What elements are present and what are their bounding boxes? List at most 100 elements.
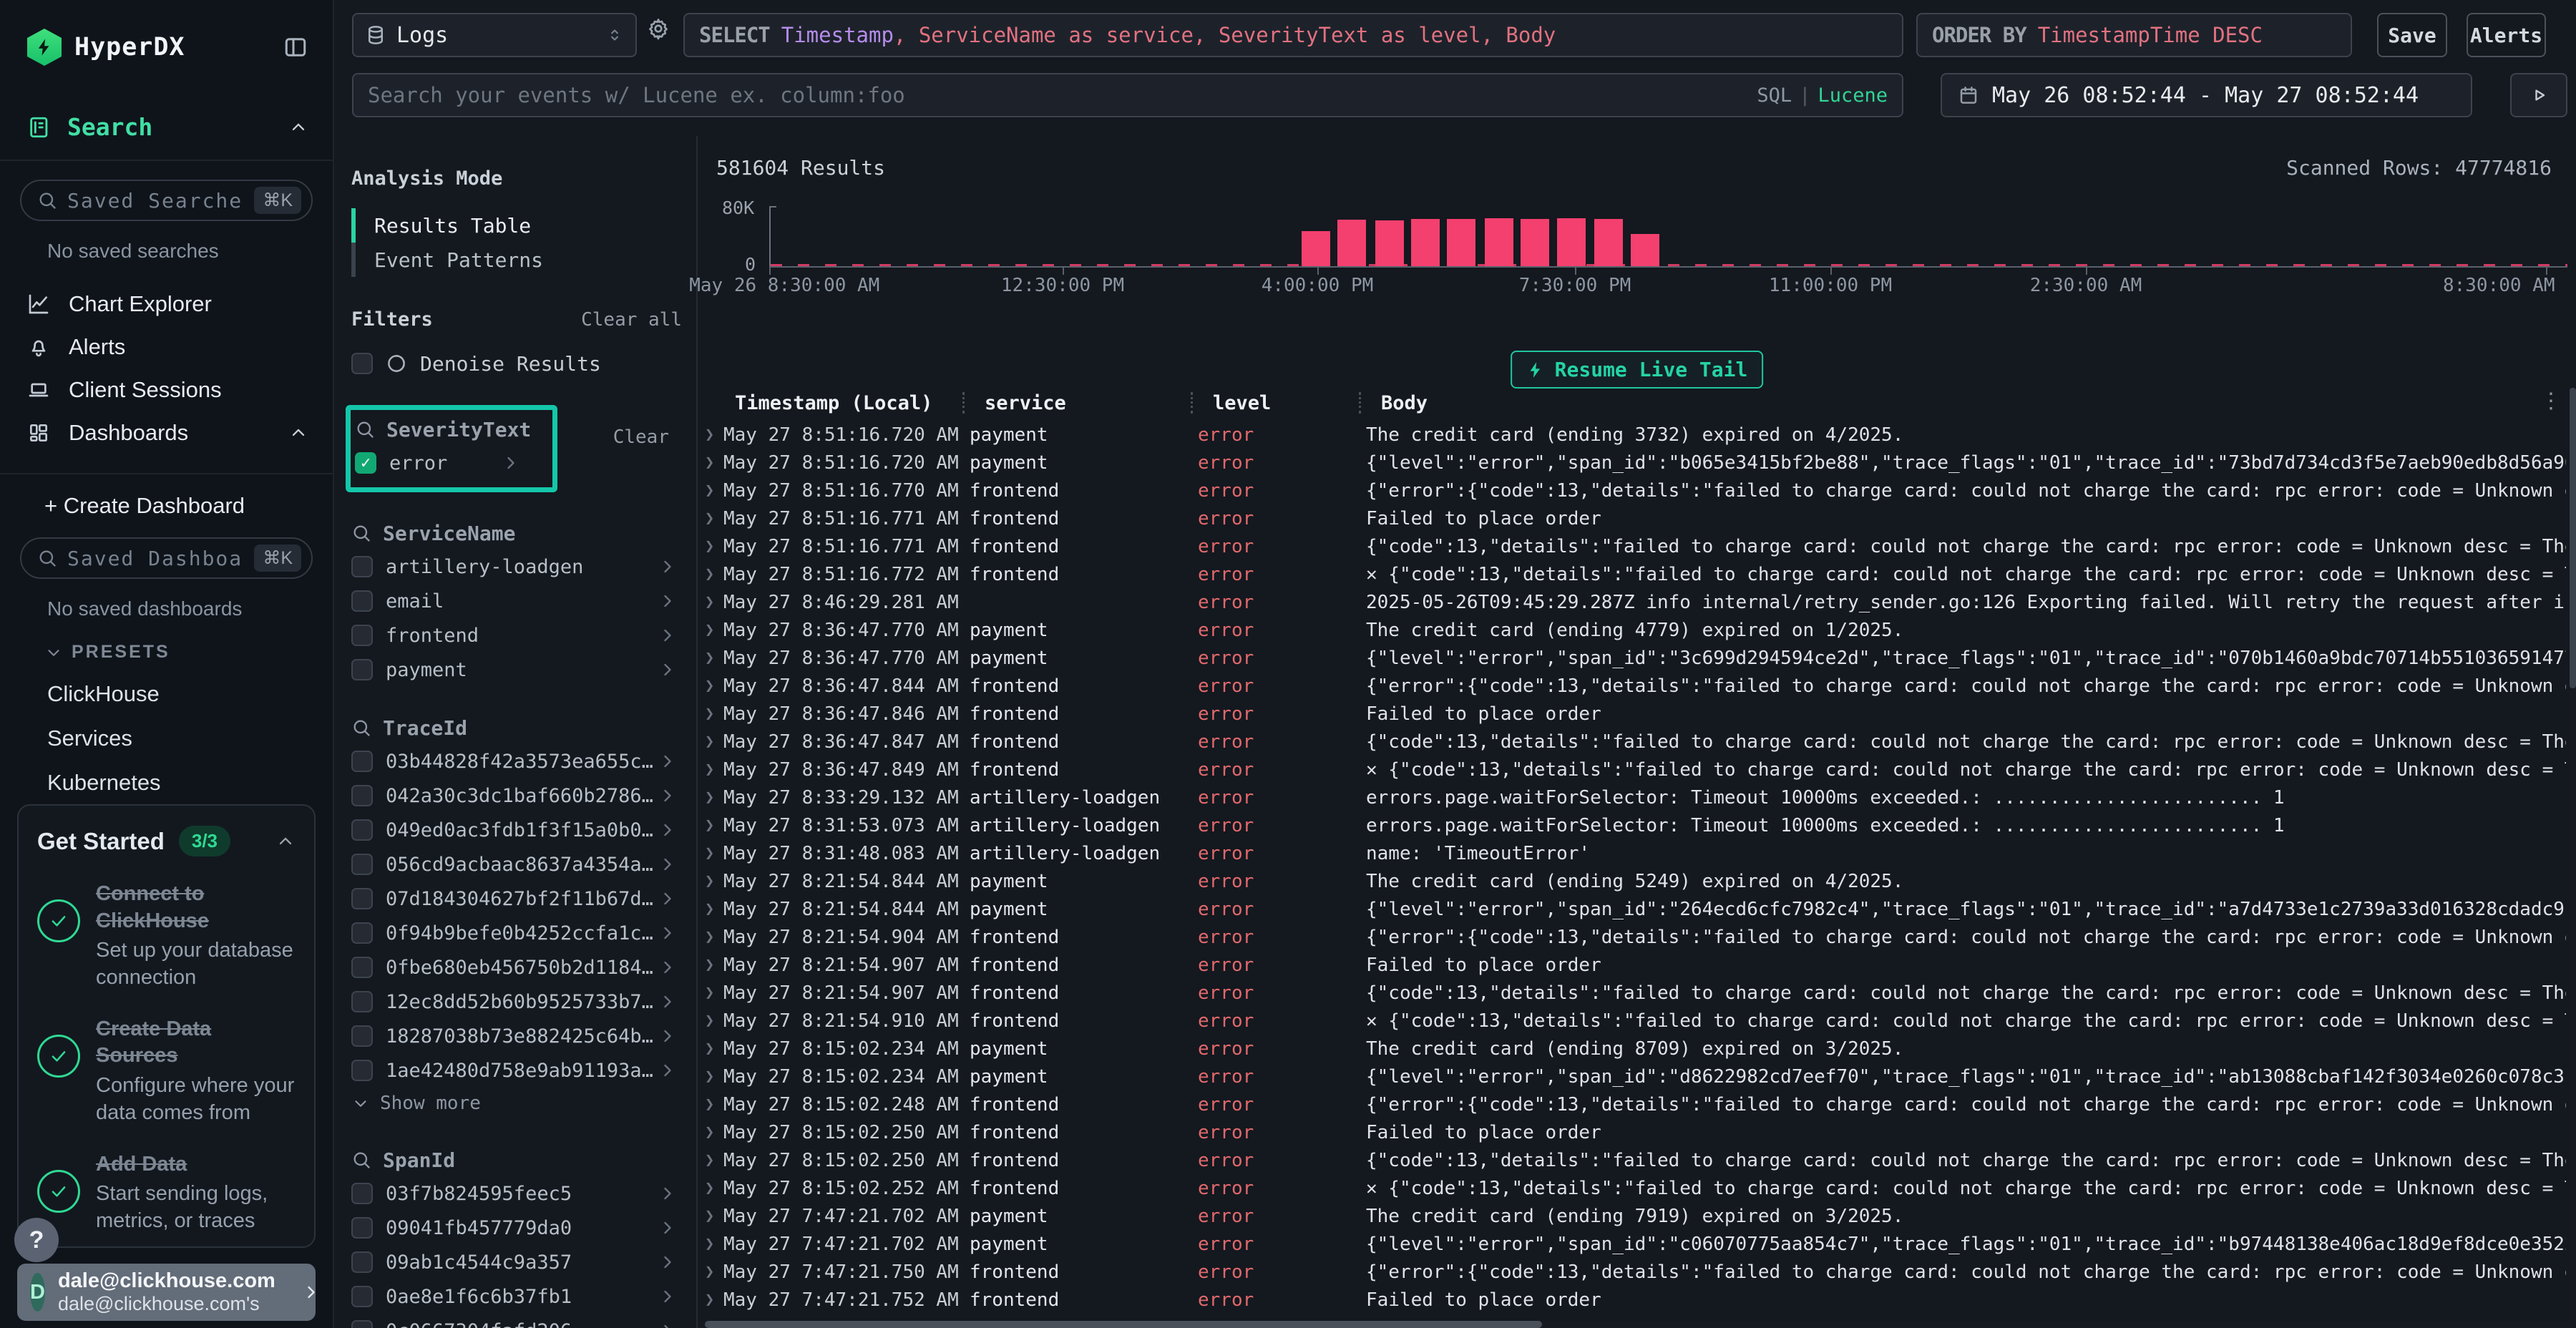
filter-checkbox[interactable] (351, 957, 373, 978)
table-row[interactable]: ❯May 27 8:31:48.083 AMartillery-loadgene… (698, 839, 2566, 867)
clear-filter-button[interactable]: Clear (613, 426, 669, 448)
filter-value-row[interactable]: 1ae42480d758e9ab91193a1… (351, 1053, 688, 1088)
source-select[interactable]: Logs (352, 13, 637, 57)
filter-checkbox[interactable] (351, 1183, 373, 1204)
alerts-button[interactable]: Alerts (2467, 13, 2546, 57)
table-row[interactable]: ❯May 27 8:51:16.771 AMfrontenderrorFaile… (698, 504, 2566, 532)
table-row[interactable]: ❯May 27 8:15:02.250 AMfrontenderrorFaile… (698, 1118, 2566, 1146)
row-expand-chevron-icon[interactable]: ❯ (698, 844, 723, 862)
preset-link-services[interactable]: Services (47, 726, 333, 751)
row-expand-chevron-icon[interactable]: ❯ (698, 677, 723, 695)
get-started-item[interactable]: Add DataStart sending logs, metrics, or … (37, 1151, 296, 1235)
get-started-item[interactable]: Create Data SourcesConfigure where your … (37, 1016, 296, 1127)
filter-value-row[interactable]: 03b44828f42a3573ea655ce… (351, 744, 688, 778)
table-row[interactable]: ❯May 27 8:51:16.720 AMpaymenterror{"leve… (698, 449, 2566, 477)
row-expand-chevron-icon[interactable]: ❯ (698, 1068, 723, 1085)
column-header-body[interactable]: Body (1359, 392, 2566, 414)
user-menu[interactable]: D dale@clickhouse.com dale@clickhouse.co… (17, 1264, 316, 1321)
date-range-picker[interactable]: May 26 08:52:44 - May 27 08:52:44 (1941, 73, 2472, 117)
filter-checkbox[interactable] (351, 1060, 373, 1081)
filter-value-row[interactable]: 0c0667304fafd206 (351, 1314, 688, 1328)
filter-checkbox[interactable] (351, 659, 373, 680)
row-expand-chevron-icon[interactable]: ❯ (698, 649, 723, 667)
row-expand-chevron-icon[interactable]: ❯ (698, 1040, 723, 1058)
filter-checkbox[interactable] (351, 991, 373, 1012)
filter-value-row[interactable]: 07d184304627bf2f11b67dd… (351, 882, 688, 916)
histogram-bar[interactable] (1375, 220, 1404, 266)
sidebar-item-search[interactable]: Search (27, 113, 308, 141)
sidebar-item-client-sessions[interactable]: Client Sessions (0, 368, 333, 411)
table-row[interactable]: ❯May 27 8:21:54.907 AMfrontenderror{"cod… (698, 979, 2566, 1007)
histogram-bar[interactable] (1557, 218, 1586, 266)
table-row[interactable]: ❯May 27 8:21:54.844 AMpaymenterror{"leve… (698, 895, 2566, 923)
filter-value-row[interactable]: 18287038b73e882425c64b8… (351, 1019, 688, 1053)
get-started-item[interactable]: Connect to ClickHouseSet up your databas… (37, 881, 296, 992)
table-row[interactable]: ❯May 27 8:36:47.770 AMpaymenterrorThe cr… (698, 616, 2566, 644)
row-expand-chevron-icon[interactable]: ❯ (698, 816, 723, 834)
histogram-bar[interactable] (1447, 219, 1475, 266)
row-expand-chevron-icon[interactable]: ❯ (698, 788, 723, 806)
filter-value-row[interactable]: 049ed0ac3fdb1f3f15a0b0b… (351, 813, 688, 847)
filter-checkbox[interactable] (351, 1025, 373, 1047)
sidebar-collapse-icon[interactable] (283, 34, 308, 60)
filter-only-chevron-right-icon[interactable] (658, 1026, 678, 1046)
table-row[interactable]: ❯May 27 8:21:54.907 AMfrontenderrorFaile… (698, 951, 2566, 979)
sidebar-item-dashboards[interactable]: Dashboards (0, 411, 333, 454)
filter-only-chevron-right-icon[interactable] (658, 1060, 678, 1080)
row-expand-chevron-icon[interactable]: ❯ (698, 537, 723, 555)
preset-link-clickhouse[interactable]: ClickHouse (47, 681, 333, 707)
chevron-up-icon[interactable] (288, 117, 308, 137)
filter-only-chevron-right-icon[interactable] (658, 923, 678, 943)
row-expand-chevron-icon[interactable]: ❯ (698, 1235, 723, 1253)
table-row[interactable]: ❯May 27 8:36:47.849 AMfrontenderror✕ {"c… (698, 756, 2566, 783)
events-histogram[interactable]: 80K 0 May 26 8:30:00 AM12:30:00 PM4:00:0… (769, 206, 2567, 266)
filter-checkbox[interactable] (351, 625, 373, 646)
filter-only-chevron-right-icon[interactable] (658, 557, 678, 577)
search-icon[interactable] (351, 523, 371, 543)
search-icon[interactable] (355, 419, 375, 439)
filter-value-row[interactable]: artillery-loadgen (351, 550, 688, 584)
table-row[interactable]: ❯May 27 8:31:53.073 AMartillery-loadgene… (698, 811, 2566, 839)
row-expand-chevron-icon[interactable]: ❯ (698, 1291, 723, 1309)
histogram-bar[interactable] (1521, 219, 1549, 266)
column-header-level[interactable]: level (1191, 392, 1359, 414)
filter-value-row[interactable]: 056cd9acbaac8637a4354a2… (351, 847, 688, 882)
analysis-mode-tab-results-table[interactable]: Results Table (351, 208, 696, 243)
filter-only-chevron-right-icon[interactable] (658, 992, 678, 1012)
filter-only-chevron-right-icon[interactable] (658, 660, 678, 680)
filter-only-chevron-right-icon[interactable] (658, 1218, 678, 1238)
row-expand-chevron-icon[interactable]: ❯ (698, 1123, 723, 1141)
row-expand-chevron-icon[interactable]: ❯ (698, 733, 723, 751)
filter-only-chevron-right-icon[interactable] (658, 889, 678, 909)
row-expand-chevron-icon[interactable]: ❯ (698, 1207, 723, 1225)
sidebar-item-alerts[interactable]: Alerts (0, 326, 333, 368)
filter-checkbox[interactable]: ✓ (355, 452, 376, 474)
filter-only-chevron-right-icon[interactable] (658, 786, 678, 806)
table-row[interactable]: ❯May 27 8:51:16.770 AMfrontenderror{"err… (698, 477, 2566, 504)
filter-checkbox[interactable] (351, 1320, 373, 1328)
table-row[interactable]: ❯May 27 7:47:21.702 AMpaymenterror{"leve… (698, 1230, 2566, 1258)
create-dashboard-button[interactable]: + Create Dashboard (44, 493, 333, 519)
saved-dashboards-input[interactable]: Saved Dashboards ⌘K (20, 537, 313, 579)
table-row[interactable]: ❯May 27 8:36:47.844 AMfrontenderror{"err… (698, 672, 2566, 700)
analysis-mode-tab-event-patterns[interactable]: Event Patterns (351, 243, 696, 277)
histogram-bar[interactable] (1302, 231, 1330, 266)
column-options-kebab-icon[interactable]: ⋮ (2540, 391, 2562, 412)
filter-value-row[interactable]: 042a30c3dc1baf660b27863… (351, 778, 688, 813)
filter-value-row[interactable]: payment (351, 653, 688, 687)
horizontal-scrollbar[interactable] (698, 1321, 2576, 1328)
filter-only-chevron-right-icon[interactable] (658, 820, 678, 840)
row-expand-chevron-icon[interactable]: ❯ (698, 1151, 723, 1169)
lucene-search-input[interactable]: Search your events w/ Lucene ex. column:… (352, 73, 1903, 117)
table-row[interactable]: ❯May 27 8:51:16.771 AMfrontenderror{"cod… (698, 532, 2566, 560)
row-expand-chevron-icon[interactable]: ❯ (698, 956, 723, 974)
filter-only-chevron-right-icon[interactable] (658, 591, 678, 611)
row-expand-chevron-icon[interactable]: ❯ (698, 621, 723, 639)
table-row[interactable]: ❯May 27 8:36:47.846 AMfrontenderrorFaile… (698, 700, 2566, 728)
filter-value-row[interactable]: 03f7b824595feec5 (351, 1176, 688, 1211)
chevron-up-icon[interactable] (288, 423, 308, 443)
row-expand-chevron-icon[interactable]: ❯ (698, 900, 723, 918)
row-expand-chevron-icon[interactable]: ❯ (698, 482, 723, 499)
row-expand-chevron-icon[interactable]: ❯ (698, 984, 723, 1002)
histogram-bar[interactable] (1485, 218, 1513, 266)
